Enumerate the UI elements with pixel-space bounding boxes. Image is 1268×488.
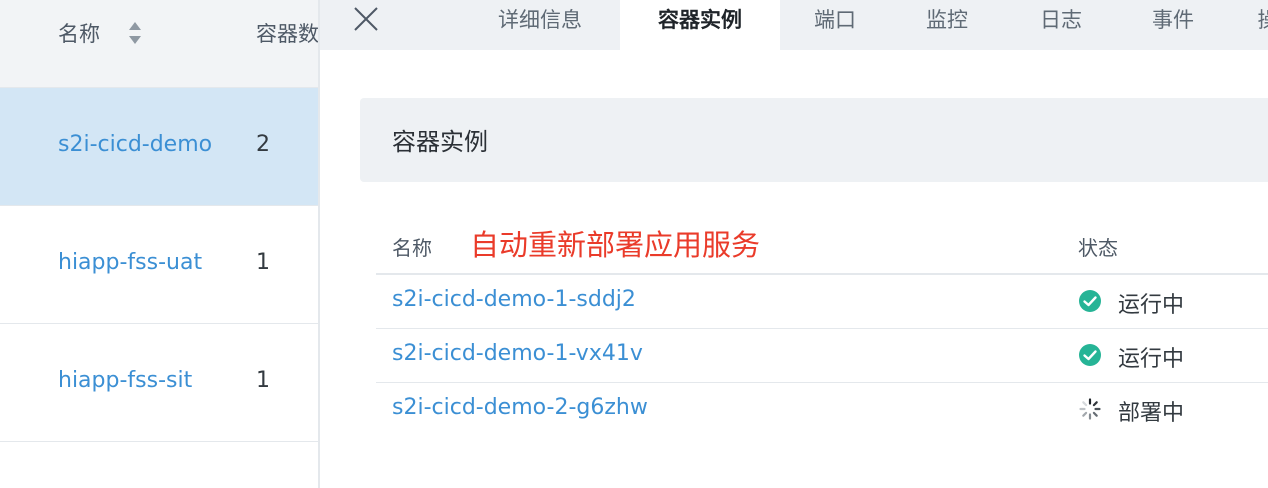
column-header-name: 名称 <box>392 236 432 260</box>
column-header-status: 状态 <box>1078 236 1118 260</box>
spinner-icon <box>1079 398 1101 420</box>
instance-name-link[interactable]: s2i-cicd-demo-1-vx41v <box>392 341 643 366</box>
service-name-link[interactable]: hiapp-fss-sit <box>58 368 192 393</box>
table-row: s2i-cicd-demo-1-sddj2 运行中 <box>376 275 1268 329</box>
service-list-panel: 名称 容器数 s2i-cicd-demo 2 hiapp-fss-uat 1 h… <box>0 0 320 488</box>
tab-operations[interactable]: 操 <box>1248 0 1268 50</box>
service-row[interactable]: s2i-cicd-demo 2 <box>0 88 318 206</box>
status-text: 部署中 <box>1118 401 1185 426</box>
tab-events[interactable]: 事件 <box>1138 0 1208 50</box>
check-circle-icon <box>1079 344 1101 366</box>
service-row[interactable]: hiapp-fss-sit 1 <box>0 324 318 442</box>
tab-details[interactable]: 详细信息 <box>470 0 610 50</box>
service-name-link[interactable]: s2i-cicd-demo <box>58 132 212 157</box>
section-header: 容器实例 <box>360 98 1268 182</box>
instance-name-link[interactable]: s2i-cicd-demo-2-g6zhw <box>392 395 648 420</box>
tab-container-instances[interactable]: 容器实例 <box>620 0 780 50</box>
tab-logs[interactable]: 日志 <box>1026 0 1096 50</box>
annotation-text: 自动重新部署应用服务 <box>470 228 761 262</box>
close-icon[interactable] <box>350 3 382 35</box>
column-header-container-count: 容器数 <box>256 22 319 46</box>
table-row: s2i-cicd-demo-1-vx41v 运行中 <box>376 329 1268 383</box>
sort-icon[interactable] <box>127 20 143 46</box>
service-detail-panel: 详细信息 容器实例 端口 监控 日志 事件 操 容器实例 名称 自动重新部署应用… <box>320 0 1268 488</box>
detail-tab-bar: 详细信息 容器实例 端口 监控 日志 事件 操 <box>320 0 1268 50</box>
service-name-link[interactable]: hiapp-fss-uat <box>58 250 202 275</box>
container-count: 1 <box>256 368 270 393</box>
instance-name-link[interactable]: s2i-cicd-demo-1-sddj2 <box>392 287 636 312</box>
check-circle-icon <box>1079 290 1101 312</box>
tab-monitoring[interactable]: 监控 <box>912 0 982 50</box>
service-row[interactable]: hiapp-fss-uat 1 <box>0 206 318 324</box>
service-list-header: 名称 容器数 <box>0 0 319 88</box>
status-text: 运行中 <box>1118 347 1185 372</box>
container-count: 2 <box>256 132 270 157</box>
table-header: 名称 自动重新部署应用服务 状态 <box>376 220 1268 275</box>
container-count: 1 <box>256 250 270 275</box>
status-text: 运行中 <box>1118 293 1185 318</box>
tab-ports[interactable]: 端口 <box>800 0 870 50</box>
table-row: s2i-cicd-demo-2-g6zhw 部署中 <box>376 383 1268 437</box>
section-title: 容器实例 <box>392 128 488 156</box>
column-header-name[interactable]: 名称 <box>58 18 100 48</box>
